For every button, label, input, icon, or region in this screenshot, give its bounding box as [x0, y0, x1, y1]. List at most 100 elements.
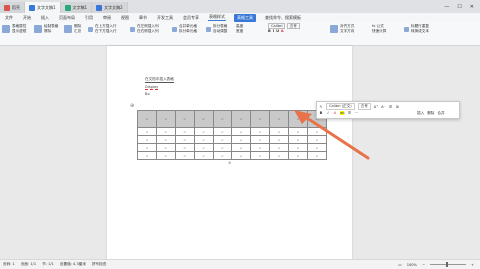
insert-row-below-button[interactable]: 在下方插入行	[95, 29, 117, 34]
table-move-handle-icon[interactable]: ⊕	[130, 103, 134, 109]
table-properties-icon[interactable]	[2, 25, 10, 33]
table-cell[interactable]: ↵	[174, 127, 195, 136]
view-mode-icon[interactable]: ▭	[398, 263, 401, 267]
menu-table-style[interactable]: 表格样式	[208, 14, 226, 21]
table-cell[interactable]: ↵	[155, 151, 176, 160]
zoom-slider[interactable]	[429, 262, 466, 267]
paragraph-icon[interactable]: ☰	[389, 105, 393, 109]
search-commands[interactable]: 查找命令、搜索模板	[264, 15, 302, 21]
table-cell[interactable]: ↵	[250, 110, 271, 128]
table-cell[interactable]: ↵	[231, 110, 252, 128]
table-cell[interactable]: ↵	[155, 143, 176, 152]
mini-bold-icon[interactable]: B	[319, 111, 323, 115]
mini-highlight-icon[interactable]: ab	[340, 111, 345, 115]
table-cell[interactable]: ↵	[137, 135, 157, 144]
table-cell[interactable]: ↵	[137, 110, 157, 128]
mini-insert-button[interactable]: 插入	[417, 111, 424, 116]
table-cell[interactable]: ↵	[174, 143, 195, 152]
tab-doc1[interactable]: 文字文稿1	[25, 2, 61, 13]
menu-references[interactable]: 引用	[84, 15, 94, 21]
table-cell[interactable]: ↵	[231, 151, 252, 160]
table-cell[interactable]: ↵	[155, 127, 176, 136]
align-icon[interactable]	[330, 25, 338, 33]
table-cell[interactable]: ↵	[250, 151, 271, 160]
erase-button[interactable]: 擦除	[44, 29, 58, 34]
zoom-out-icon[interactable]: −	[422, 263, 425, 267]
table-cell[interactable]: ↵	[250, 135, 271, 144]
close-icon[interactable]: ✕	[470, 4, 474, 10]
table-cell[interactable]: ↵	[137, 143, 157, 152]
table-cell[interactable]: ↵	[250, 143, 271, 152]
mini-align-icon[interactable]: ☰	[347, 111, 351, 115]
menu-insert[interactable]: 插入	[40, 15, 50, 21]
table-cell[interactable]: ↵	[193, 127, 214, 136]
table-cell[interactable]: ↵	[231, 143, 252, 152]
tab-docer[interactable]: 稻壳	[0, 2, 25, 13]
table-cell[interactable]: ↵	[212, 110, 233, 128]
menu-devtools[interactable]: 开发工具	[156, 15, 174, 21]
menu-table-tools[interactable]: 表格工具	[234, 13, 256, 22]
table-cell[interactable]: ↵	[269, 110, 290, 128]
table-cell[interactable]: ↵	[155, 135, 176, 144]
table-cell[interactable]: ↵	[212, 127, 233, 136]
table-cell[interactable]: ↵	[174, 110, 195, 128]
table-cell[interactable]: ↵	[231, 135, 252, 144]
minimize-icon[interactable]: —	[444, 4, 449, 10]
menu-layout[interactable]: 页面布局	[58, 15, 76, 21]
table-cell[interactable]: ↵	[269, 127, 290, 136]
font-color-icon[interactable]: A	[281, 29, 286, 33]
spell-check-button[interactable]: 拼写检查	[92, 262, 106, 267]
table-cell[interactable]: ↵	[231, 127, 252, 136]
show-gridlines-button[interactable]: 显示虚框	[12, 29, 26, 34]
table-cell[interactable]: ↵	[250, 127, 271, 136]
shrink-font-icon[interactable]: A⁻	[381, 105, 385, 109]
split-cells-button[interactable]: 拆分单元格	[179, 29, 197, 34]
maximize-icon[interactable]: ☐	[457, 4, 461, 10]
table-cell[interactable]: ↵	[269, 143, 290, 152]
table-cell[interactable]: ↵	[269, 151, 290, 160]
table-cell[interactable]: ↵	[155, 110, 176, 128]
mini-more-icon[interactable]: ⋯	[354, 111, 359, 115]
table-cell[interactable]: ↵	[137, 127, 157, 136]
quick-calc-button[interactable]: 快速计算	[372, 29, 386, 34]
table-cell[interactable]: ↵	[212, 151, 233, 160]
table-cell[interactable]: ↵	[174, 135, 195, 144]
menu-chapter[interactable]: 章节	[138, 15, 148, 21]
mini-merge-button[interactable]: 合并	[437, 111, 444, 116]
convert-text-button[interactable]: 转换成文本	[411, 29, 429, 34]
table-cell[interactable]: ↵	[193, 110, 214, 128]
auto-fit-button[interactable]: 自动调整	[213, 29, 227, 34]
grow-font-icon[interactable]: A⁺	[374, 105, 378, 109]
zoom-slider-knob[interactable]	[445, 262, 448, 267]
insert-col-right-button[interactable]: 在右侧插入列	[137, 29, 159, 34]
draw-table-icon[interactable]	[34, 25, 42, 33]
menu-file[interactable]: 文件	[4, 15, 14, 21]
table-cell[interactable]: ↵	[137, 151, 157, 160]
font-size-select[interactable]: 五号	[286, 23, 300, 29]
summary-button[interactable]: 汇总	[74, 29, 81, 34]
table-cell[interactable]: ↵	[193, 135, 214, 144]
width-field[interactable]: 宽度	[236, 29, 243, 34]
format-painter-icon[interactable]: ✎	[319, 105, 323, 109]
status-pages[interactable]: 页面: 1/1	[21, 262, 36, 267]
menu-review[interactable]: 审阅	[102, 15, 112, 21]
mini-font-select[interactable]: Calibri (正文)	[326, 103, 355, 110]
menu-view[interactable]: 视图	[120, 15, 130, 21]
table-icon[interactable]: ⊞	[396, 105, 400, 109]
mini-italic-icon[interactable]: I	[326, 111, 330, 115]
menu-member[interactable]: 会员专享	[182, 15, 200, 21]
delete-icon[interactable]	[64, 25, 72, 33]
table-cell[interactable]: ↵	[269, 135, 290, 144]
tab-doc3[interactable]: 文字文稿2	[92, 2, 128, 13]
mini-delete-button[interactable]: 删除	[427, 111, 434, 116]
table-cell[interactable]: ↵	[193, 151, 214, 160]
table-cell[interactable]: ↵	[212, 143, 233, 152]
text-direction-button[interactable]: 文字方向	[340, 29, 354, 34]
tab-doc2[interactable]: 文字稿1	[60, 2, 93, 13]
mini-font-color-icon[interactable]: A	[333, 111, 337, 115]
mini-size-select[interactable]: 五号	[357, 103, 371, 110]
table-cell[interactable]: ↵	[193, 143, 214, 152]
add-row-handle-icon[interactable]: ⊕	[228, 160, 231, 165]
zoom-in-icon[interactable]: +	[471, 263, 474, 267]
table-cell[interactable]: ↵	[174, 151, 195, 160]
